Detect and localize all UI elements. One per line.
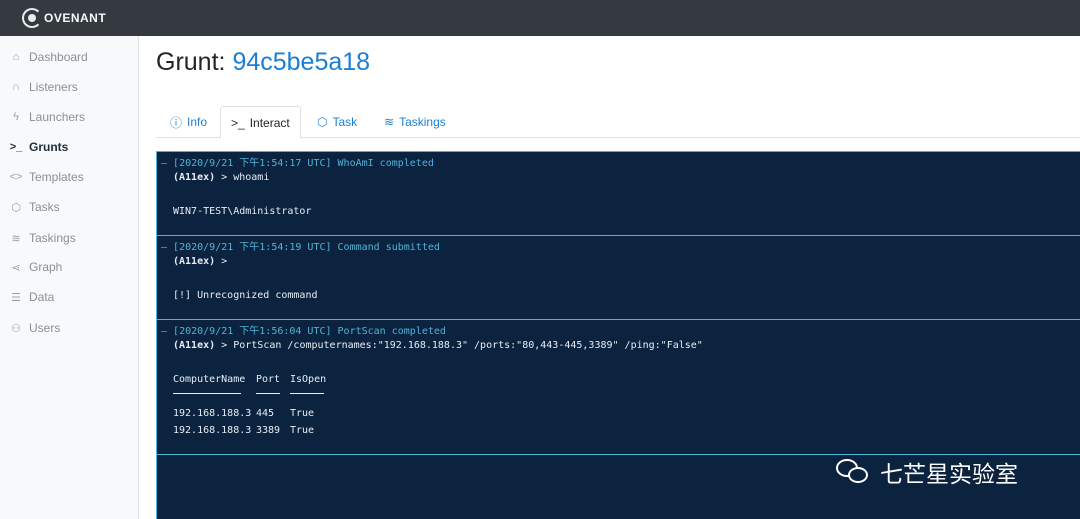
tab-label: Info	[187, 115, 208, 129]
sidebar-item-label: Dashboard	[29, 50, 88, 64]
share-icon: ⋖	[11, 261, 21, 274]
sidebar-item-label: Listeners	[29, 80, 78, 94]
column-underline	[290, 393, 324, 394]
covenant-logo-icon	[22, 8, 42, 28]
tab-info[interactable]: ⓘ Info	[160, 106, 217, 138]
command-output: WIN7-TEST\Administrator	[173, 206, 312, 217]
logo-text: OVENANT	[44, 11, 107, 25]
table-row: 192.168.188.3 445 True	[173, 408, 473, 420]
column-header: IsOpen	[290, 374, 327, 385]
zap-icon: ϟ	[13, 111, 19, 123]
terminal-block: — [2020/9/21 下午1:56:04 UTC] PortScan com…	[157, 319, 1080, 455]
sidebar-item-label: Tasks	[29, 200, 60, 214]
terminal-block: — [2020/9/21 下午1:54:17 UTC] WhoAmI compl…	[157, 151, 1080, 236]
layers-icon: ≋	[384, 115, 395, 129]
box-icon: ⬡	[317, 115, 328, 129]
box-icon: ⬡	[11, 201, 21, 214]
tab-interact[interactable]: >_ Interact	[220, 106, 301, 139]
sidebar-item-dashboard[interactable]: ⌂ Dashboard	[8, 46, 88, 68]
sidebar-item-tasks[interactable]: ⬡ Tasks	[8, 196, 60, 218]
sidebar-item-listeners[interactable]: ∩ Listeners	[8, 76, 78, 98]
tab-label: Interact	[249, 115, 290, 130]
info-icon: ⓘ	[170, 115, 183, 130]
command-line: (A11ex) > PortScan /computernames:"192.1…	[173, 340, 703, 351]
task-header: — [2020/9/21 下午1:54:19 UTC] Command subm…	[161, 242, 440, 253]
cell-isopen: True	[290, 425, 315, 436]
sidebar-item-label: Users	[29, 321, 61, 335]
table-header-row: ComputerName Port IsOpen	[173, 374, 473, 386]
sidebar-item-launchers[interactable]: ϟ Launchers	[8, 106, 85, 128]
command-line: (A11ex) >	[173, 256, 228, 267]
sidebar-item-label: Templates	[29, 170, 84, 184]
sidebar-item-grunts[interactable]: >_ Grunts	[8, 136, 69, 158]
wechat-icon	[836, 457, 870, 487]
table-row: 192.168.188.3 3389 True	[173, 425, 473, 437]
tab-taskings[interactable]: ≋ Taskings	[374, 106, 456, 138]
users-icon: ⚇	[11, 322, 21, 335]
cell-port: 3389	[256, 425, 281, 436]
command-output: [!] Unrecognized command	[173, 290, 318, 301]
tab-task[interactable]: ⬡ Task	[307, 106, 367, 138]
code-icon: <>	[9, 171, 23, 183]
cell-computername: 192.168.188.3	[173, 425, 252, 436]
sidebar-item-label: Grunts	[29, 140, 69, 154]
sidebar-item-label: Launchers	[29, 110, 86, 124]
sidebar-item-label: Taskings	[29, 231, 76, 245]
home-icon: ⌂	[12, 51, 20, 63]
sidebar-item-data[interactable]: ☰ Data	[8, 286, 54, 308]
page-title-prefix: Grunt:	[156, 48, 226, 76]
terminal-icon: >_	[231, 115, 245, 130]
cell-port: 445	[256, 408, 275, 419]
column-underline	[173, 393, 241, 394]
command-line: (A11ex) > whoami	[173, 172, 270, 183]
sidebar-item-label: Data	[29, 290, 55, 304]
terminal-block: — [2020/9/21 下午1:54:19 UTC] Command subm…	[157, 235, 1080, 320]
column-header: Port	[256, 374, 281, 385]
cell-isopen: True	[290, 408, 315, 419]
task-header: — [2020/9/21 下午1:54:17 UTC] WhoAmI compl…	[161, 158, 434, 169]
column-underline	[256, 393, 280, 394]
layers-icon: ≋	[11, 232, 21, 245]
cell-computername: 192.168.188.3	[173, 408, 252, 419]
top-navbar: OVENANT	[0, 0, 1080, 36]
grunt-id: 94c5be5a18	[232, 48, 371, 76]
grunt-tabs: ⓘ Info >_ Interact ⬡ Task ≋ Taskings	[156, 106, 1080, 139]
sidebar-item-graph[interactable]: ⋖ Graph	[8, 256, 62, 278]
headphones-icon: ∩	[12, 81, 20, 93]
sidebar-item-users[interactable]: ⚇ Users	[8, 317, 60, 339]
watermark: 七芒星实验室	[836, 455, 1018, 489]
sidebar-item-taskings[interactable]: ≋ Taskings	[8, 227, 76, 249]
tab-label: Task	[332, 115, 358, 129]
page-title: Grunt: 94c5be5a18	[156, 48, 370, 77]
sidebar-item-templates[interactable]: <> Templates	[8, 166, 84, 188]
database-icon: ☰	[11, 291, 21, 304]
tab-label: Taskings	[399, 115, 446, 129]
covenant-logo[interactable]: OVENANT	[22, 6, 106, 30]
task-header: — [2020/9/21 下午1:56:04 UTC] PortScan com…	[161, 326, 446, 337]
terminal-icon: >_	[9, 141, 23, 153]
column-header: ComputerName	[173, 374, 246, 385]
sidebar: ⌂ Dashboard ∩ Listeners ϟ Launchers >_ G…	[0, 36, 139, 519]
watermark-text: 七芒星实验室	[880, 462, 1018, 488]
sidebar-item-label: Graph	[29, 260, 63, 274]
